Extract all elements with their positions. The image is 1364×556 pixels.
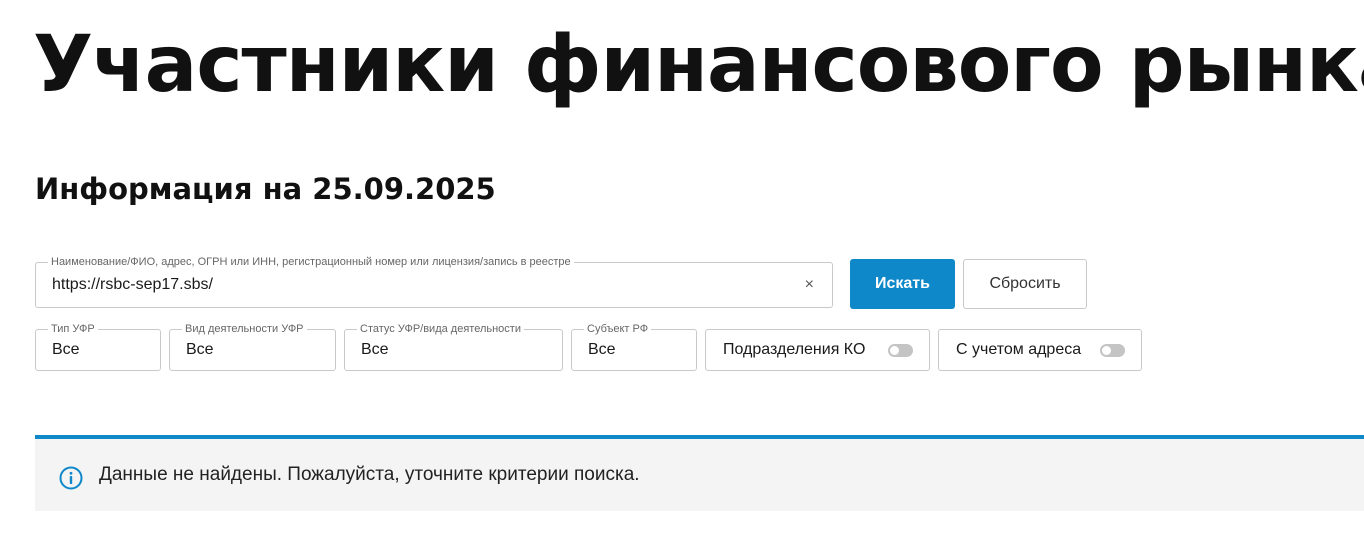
info-icon xyxy=(59,466,83,490)
page-title: Участники финансового рынка xyxy=(33,20,1364,110)
filter-type-value: Все xyxy=(52,341,80,358)
search-field[interactable]: Наименование/ФИО, адрес, ОГРН или ИНН, р… xyxy=(35,256,833,308)
filter-activity-select[interactable]: Вид деятельности УФР Все xyxy=(169,323,336,371)
no-results-alert: Данные не найдены. Пожалуйста, уточните … xyxy=(35,439,1364,511)
search-input-value[interactable]: https://rsbc-sep17.sbs/ xyxy=(52,276,213,294)
toggle-switch-icon[interactable] xyxy=(888,343,913,357)
filter-type-select[interactable]: Тип УФР Все xyxy=(35,323,161,371)
toggle-knob xyxy=(1102,345,1111,355)
info-date-heading: Информация на 25.09.2025 xyxy=(35,172,496,206)
search-button[interactable]: Искать xyxy=(850,259,955,309)
filter-type-legend: Тип УФР xyxy=(48,323,98,336)
alert-message: Данные не найдены. Пожалуйста, уточните … xyxy=(99,464,640,485)
filter-activity-legend: Вид деятельности УФР xyxy=(182,323,307,336)
filter-status-select[interactable]: Статус УФР/вида деятельности Все xyxy=(344,323,563,371)
search-field-legend: Наименование/ФИО, адрес, ОГРН или ИНН, р… xyxy=(48,256,574,269)
filter-activity-value: Все xyxy=(186,341,214,358)
filter-region-select[interactable]: Субъект РФ Все xyxy=(571,323,697,371)
clear-icon[interactable]: × xyxy=(805,277,814,293)
toggle-with-address-label: С учетом адреса xyxy=(956,341,1082,358)
filter-region-value: Все xyxy=(588,341,616,358)
filter-region-legend: Субъект РФ xyxy=(584,323,652,336)
filter-status-legend: Статус УФР/вида деятельности xyxy=(357,323,524,336)
toggle-ko-units-label: Подразделения КО xyxy=(723,341,866,358)
filter-status-value: Все xyxy=(361,341,389,358)
toggle-knob xyxy=(890,345,899,355)
toggle-with-address[interactable]: С учетом адреса xyxy=(938,329,1142,371)
toggle-ko-units[interactable]: Подразделения КО xyxy=(705,329,930,371)
reset-button[interactable]: Сбросить xyxy=(963,259,1087,309)
toggle-switch-icon[interactable] xyxy=(1100,343,1125,357)
